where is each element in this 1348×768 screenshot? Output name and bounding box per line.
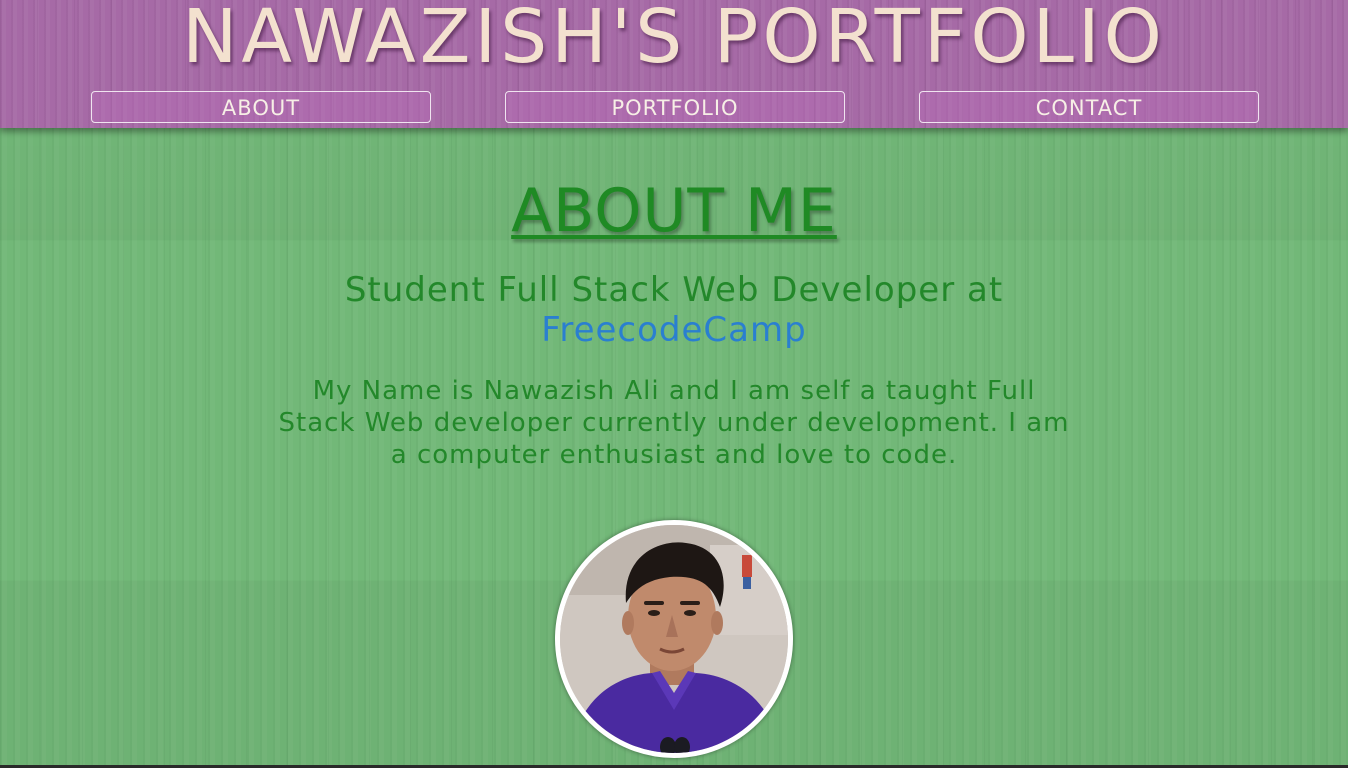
about-section: ABOUT ME Student Full Stack Web Develope… (0, 128, 1348, 768)
subtitle-text: Student Full Stack Web Developer at (344, 270, 1004, 310)
profile-photo-image (560, 525, 788, 753)
nav-portfolio-button[interactable]: PORTFOLIO (505, 91, 845, 123)
about-heading-text: ABOUT ME (511, 176, 837, 246)
about-bio: My Name is Nawazish Ali and I am self a … (278, 376, 1070, 470)
about-subtitle: Student Full Stack Web Developer at Freec… (274, 270, 1074, 350)
site-header: NAWAZISH'S PORTFOLIO ABOUT PORTFOLIO CON… (0, 0, 1348, 128)
main-nav: ABOUT PORTFOLIO CONTACT (0, 91, 1348, 125)
site-title: NAWAZISH'S PORTFOLIO (182, 0, 1166, 80)
nav-contact-button[interactable]: CONTACT (919, 91, 1259, 123)
about-heading: ABOUT ME (0, 176, 1348, 246)
nav-about-button[interactable]: ABOUT (91, 91, 431, 123)
freecodecamp-link[interactable]: FreecodeCamp (541, 310, 806, 350)
profile-photo (555, 520, 793, 758)
